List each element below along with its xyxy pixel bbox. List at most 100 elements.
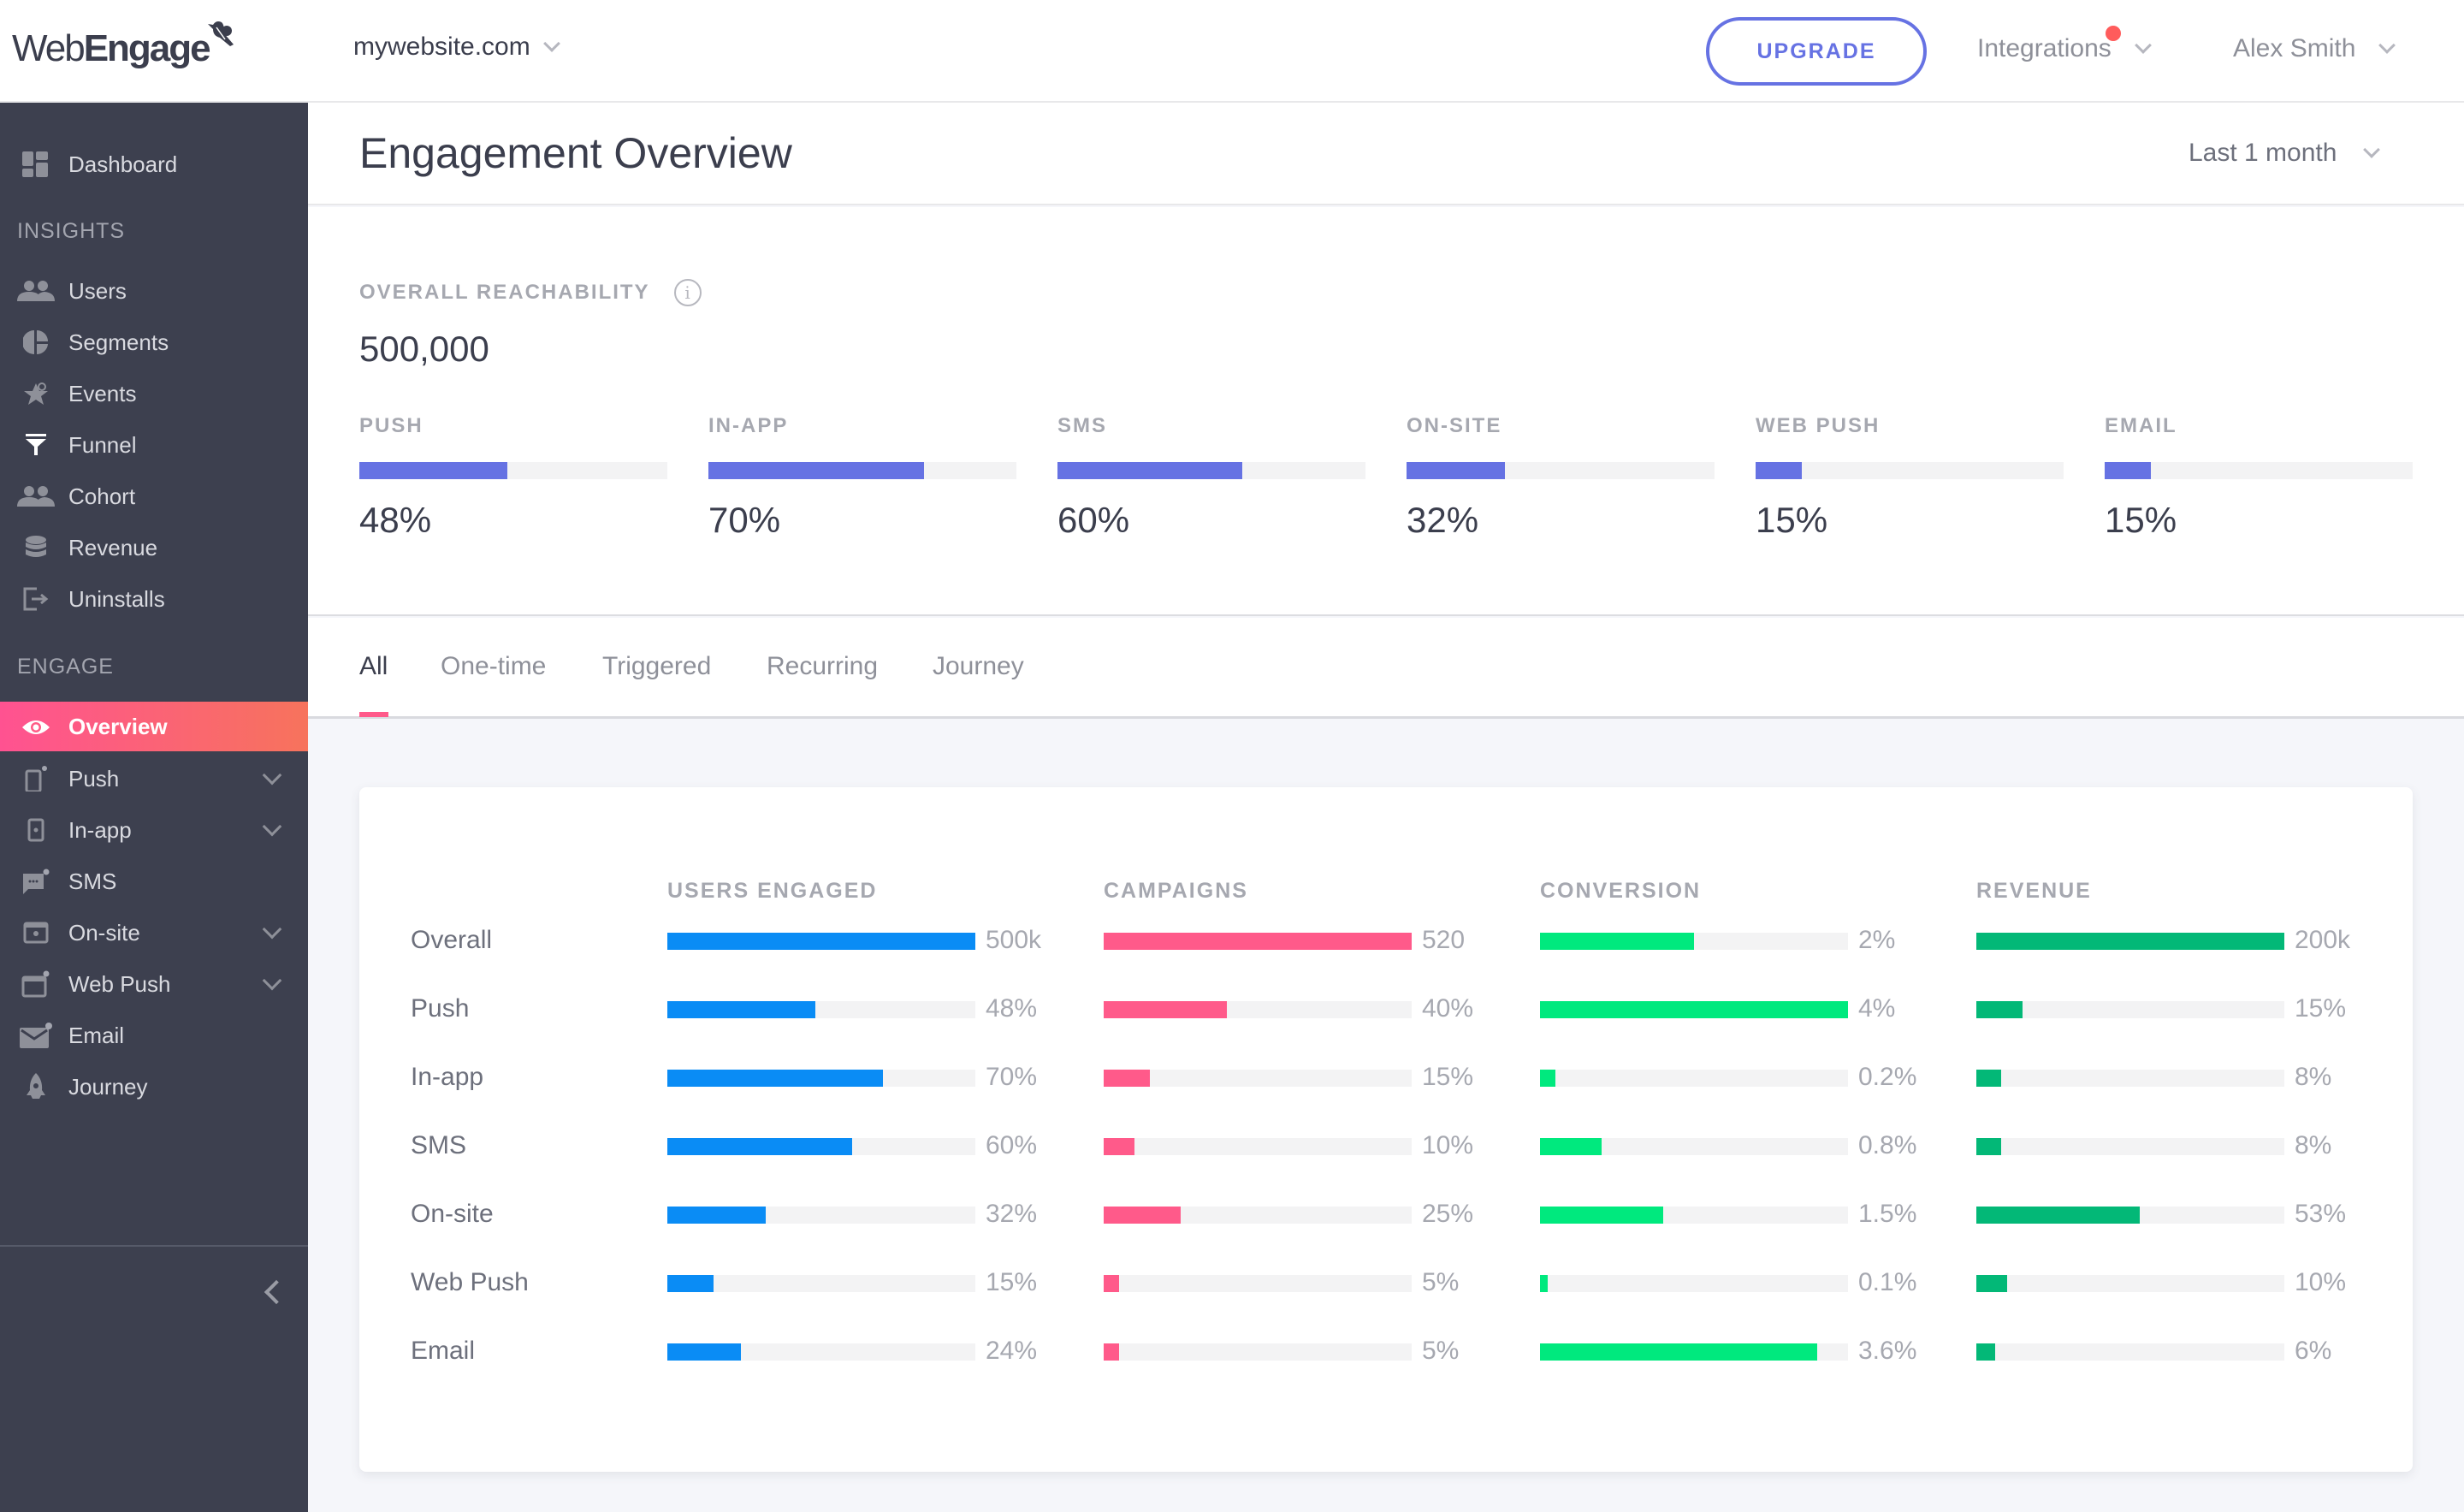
tab-triggered[interactable]: Triggered (602, 652, 711, 681)
sidebar-item-push[interactable]: Push (0, 753, 308, 804)
bar-fill-users-engaged (667, 933, 975, 950)
channel-progress-track (1057, 462, 1365, 479)
bar-value-label: 4% (1858, 994, 1896, 1023)
tab-journey[interactable]: Journey (933, 652, 1024, 681)
bar-track (1540, 1070, 1848, 1087)
bar-value-label: 15% (1422, 1063, 1474, 1091)
bar-value-label: 0.1% (1858, 1268, 1917, 1296)
bar-track (1976, 1275, 2284, 1292)
bar-value-label: 15% (2295, 994, 2347, 1023)
bar-fill-revenue (1976, 933, 2284, 950)
bar-value-label: 200k (2295, 926, 2351, 954)
channel-percent: 15% (1756, 500, 1828, 540)
reach-channel-sms: SMS 60% (1057, 414, 1365, 540)
sidebar-item-on-site[interactable]: On-site (0, 907, 308, 958)
chevron-down-icon[interactable] (262, 765, 282, 786)
date-range-label: Last 1 month (2189, 139, 2337, 167)
sidebar-item-sms[interactable]: SMS (0, 856, 308, 907)
sidebar-item-funnel[interactable]: Funnel (0, 419, 308, 471)
channel-progress-fill (708, 462, 924, 479)
bar-track (1540, 1343, 1848, 1361)
date-range-selector[interactable]: Last 1 month (2189, 139, 2381, 168)
bar-track (1540, 1207, 1848, 1224)
integrations-menu[interactable]: Integrations (1977, 26, 2152, 63)
column-header-campaigns: CAMPAIGNS (1104, 879, 1248, 903)
bar-track (1976, 1001, 2284, 1018)
sidebar-item-label: Revenue (68, 534, 158, 560)
bar-fill-campaigns (1104, 933, 1412, 950)
bar-fill-revenue (1976, 1070, 2001, 1087)
mobile-icon (17, 765, 55, 792)
bar-track (1104, 933, 1412, 950)
collapse-sidebar-chevron-icon[interactable] (264, 1279, 289, 1305)
bar-value-label: 5% (1422, 1337, 1460, 1365)
sidebar-item-revenue[interactable]: Revenue (0, 522, 308, 573)
bar-track (667, 1001, 975, 1018)
bar-track (1540, 1138, 1848, 1155)
page-title-bar: Engagement Overview Last 1 month (308, 103, 2464, 205)
row-label-in-app: In-app (411, 1063, 484, 1091)
tab-all[interactable]: All (359, 652, 388, 681)
channel-progress-track (1407, 462, 1715, 479)
sidebar-item-journey[interactable]: Journey (0, 1061, 308, 1112)
row-label-overall: Overall (411, 926, 493, 954)
sidebar-item-overview[interactable]: Overview (0, 702, 308, 751)
rocket-icon (17, 1073, 55, 1100)
channel-label: SMS (1057, 414, 1108, 437)
channel-progress-fill (1057, 462, 1242, 479)
bar-track (1976, 1138, 2284, 1155)
mail-icon (17, 1022, 55, 1049)
bar-fill-campaigns (1104, 1343, 1119, 1361)
tab-recurring[interactable]: Recurring (767, 652, 878, 681)
sidebar-item-cohort[interactable]: Cohort (0, 471, 308, 522)
pie-chart-icon (17, 329, 55, 356)
sidebar-item-label: Push (68, 765, 120, 792)
page-title: Engagement Overview (359, 129, 792, 177)
chevron-down-icon[interactable] (262, 970, 282, 991)
sidebar-item-in-app[interactable]: In-app (0, 804, 308, 856)
sidebar-item-uninstalls[interactable]: Uninstalls (0, 573, 308, 625)
sidebar-item-users[interactable]: Users (0, 265, 308, 317)
chevron-down-icon[interactable] (262, 919, 282, 940)
user-menu[interactable]: Alex Smith (2233, 34, 2396, 63)
bar-fill-users-engaged (667, 1070, 883, 1087)
row-label-sms: SMS (411, 1131, 467, 1159)
star-event-icon (17, 380, 55, 407)
bar-value-label: 520 (1422, 926, 1466, 954)
bar-fill-users-engaged (667, 1343, 742, 1361)
info-icon[interactable]: i (673, 279, 702, 306)
top-header: Web Engage mywebsite.com UPGRADE Integra… (0, 0, 2464, 103)
bar-value-label: 10% (2295, 1268, 2347, 1296)
row-label-on-site: On-site (411, 1200, 494, 1228)
bar-fill-revenue (1976, 1343, 1995, 1361)
bar-value-label: 5% (1422, 1268, 1460, 1296)
sidebar-item-email[interactable]: Email (0, 1010, 308, 1061)
bar-value-label: 24% (986, 1337, 1038, 1365)
bar-value-label: 1.5% (1858, 1200, 1917, 1228)
bar-fill-campaigns (1104, 1207, 1181, 1224)
sidebar-item-dashboard[interactable]: Dashboard (0, 139, 308, 190)
channel-progress-track (1756, 462, 2064, 479)
channel-percent: 70% (708, 500, 781, 540)
sidebar-heading-insights: INSIGHTS (17, 219, 126, 243)
chevron-down-icon (542, 35, 560, 52)
bar-fill-conversion (1540, 1070, 1555, 1087)
sidebar-item-label: Funnel (68, 431, 137, 458)
bar-track (1104, 1070, 1412, 1087)
sidebar-item-segments[interactable]: Segments (0, 317, 308, 368)
sidebar-item-events[interactable]: Events (0, 368, 308, 419)
bar-fill-revenue (1976, 1207, 2140, 1224)
bar-fill-revenue (1976, 1001, 2023, 1018)
bird-logo-icon (207, 21, 234, 46)
reach-channel-on-site: ON-SITE 32% (1407, 414, 1715, 540)
upgrade-button[interactable]: UPGRADE (1706, 17, 1927, 86)
chevron-down-icon[interactable] (262, 816, 282, 837)
bar-fill-users-engaged (667, 1207, 767, 1224)
campaign-type-tabs: All One-time Triggered Recurring Journey (308, 618, 2464, 719)
webengage-logo[interactable]: Web Engage (12, 19, 237, 79)
bar-fill-conversion (1540, 1001, 1848, 1018)
sidebar-item-web-push[interactable]: Web Push (0, 958, 308, 1010)
tab-one-time[interactable]: One-time (441, 652, 546, 681)
website-selector[interactable]: mywebsite.com (353, 33, 560, 62)
channel-percent: 32% (1407, 500, 1479, 540)
